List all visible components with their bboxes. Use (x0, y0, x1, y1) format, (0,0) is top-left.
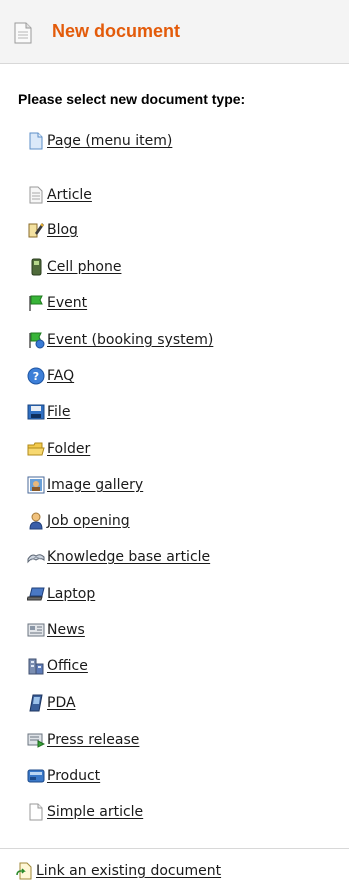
document-icon (14, 22, 32, 44)
divider (0, 848, 349, 849)
doc-type-article[interactable]: Article (27, 184, 92, 206)
doc-type-label[interactable]: Event (47, 295, 87, 311)
article-icon (29, 186, 43, 204)
doc-type-label[interactable]: Folder (47, 441, 90, 457)
page-title: New document (52, 21, 181, 41)
doc-type-news[interactable]: News (27, 619, 85, 641)
laptop-icon (27, 587, 45, 601)
doc-type-cell-phone[interactable]: Cell phone (27, 256, 121, 278)
doc-type-label[interactable]: Event (booking system) (47, 332, 213, 348)
doc-type-label[interactable]: Simple article (47, 804, 143, 820)
doc-type-faq[interactable]: ? FAQ (27, 365, 74, 387)
event-booking-icon (29, 332, 45, 349)
link-document-icon (16, 862, 32, 880)
doc-type-label[interactable]: Product (47, 768, 100, 784)
doc-type-label[interactable]: Press release (47, 732, 139, 748)
doc-type-event[interactable]: Event (27, 292, 87, 314)
link-existing-label[interactable]: Link an existing document (36, 863, 221, 879)
blog-icon (28, 223, 44, 238)
select-type-prompt: Please select new document type: (18, 91, 246, 107)
doc-type-event-booking[interactable]: Event (booking system) (27, 329, 213, 351)
file-icon (27, 404, 45, 420)
doc-type-label[interactable]: Laptop (47, 586, 95, 602)
doc-type-simple-article[interactable]: Simple article (27, 801, 143, 823)
doc-type-label[interactable]: File (47, 404, 70, 420)
doc-type-label[interactable]: News (47, 622, 85, 638)
link-existing-document[interactable]: Link an existing document (16, 860, 221, 882)
job-opening-icon (29, 512, 43, 530)
page-icon (29, 132, 43, 150)
news-icon (27, 623, 45, 637)
office-icon (28, 658, 44, 675)
doc-type-product[interactable]: Product (27, 765, 100, 787)
doc-type-press-release[interactable]: Press release (27, 729, 139, 751)
doc-type-label[interactable]: Blog (47, 222, 78, 238)
image-gallery-icon (27, 476, 45, 494)
doc-type-label[interactable]: Cell phone (47, 259, 121, 275)
knowledge-base-icon (27, 554, 45, 564)
doc-type-laptop[interactable]: Laptop (27, 583, 95, 605)
doc-type-label[interactable]: Article (47, 187, 92, 203)
doc-type-label[interactable]: FAQ (47, 368, 74, 384)
doc-type-pda[interactable]: PDA (27, 692, 76, 714)
press-release-icon (27, 733, 45, 748)
doc-type-label[interactable]: Image gallery (47, 477, 143, 493)
doc-type-folder[interactable]: Folder (27, 438, 90, 460)
doc-type-office[interactable]: Office (27, 655, 88, 677)
doc-type-blog[interactable]: Blog (27, 219, 78, 241)
doc-type-page[interactable]: Page (menu item) (27, 130, 172, 152)
folder-icon (27, 442, 45, 456)
doc-type-file[interactable]: File (27, 401, 70, 423)
doc-type-job-opening[interactable]: Job opening (27, 510, 130, 532)
event-flag-icon (29, 295, 43, 311)
help-icon: ? (27, 367, 45, 385)
doc-type-label[interactable]: Knowledge base article (47, 549, 210, 565)
cell-phone-icon (31, 258, 42, 276)
doc-type-knowledge-base[interactable]: Knowledge base article (27, 546, 210, 568)
doc-type-label[interactable]: Office (47, 658, 88, 674)
pda-icon (29, 694, 43, 712)
doc-type-label[interactable]: Page (menu item) (47, 133, 172, 149)
page-header: New document (0, 0, 349, 64)
doc-type-label[interactable]: Job opening (47, 513, 130, 529)
doc-type-label[interactable]: PDA (47, 695, 76, 711)
svg-text:?: ? (33, 370, 39, 383)
product-icon (27, 769, 45, 783)
doc-type-image-gallery[interactable]: Image gallery (27, 474, 143, 496)
simple-article-icon (29, 803, 43, 821)
